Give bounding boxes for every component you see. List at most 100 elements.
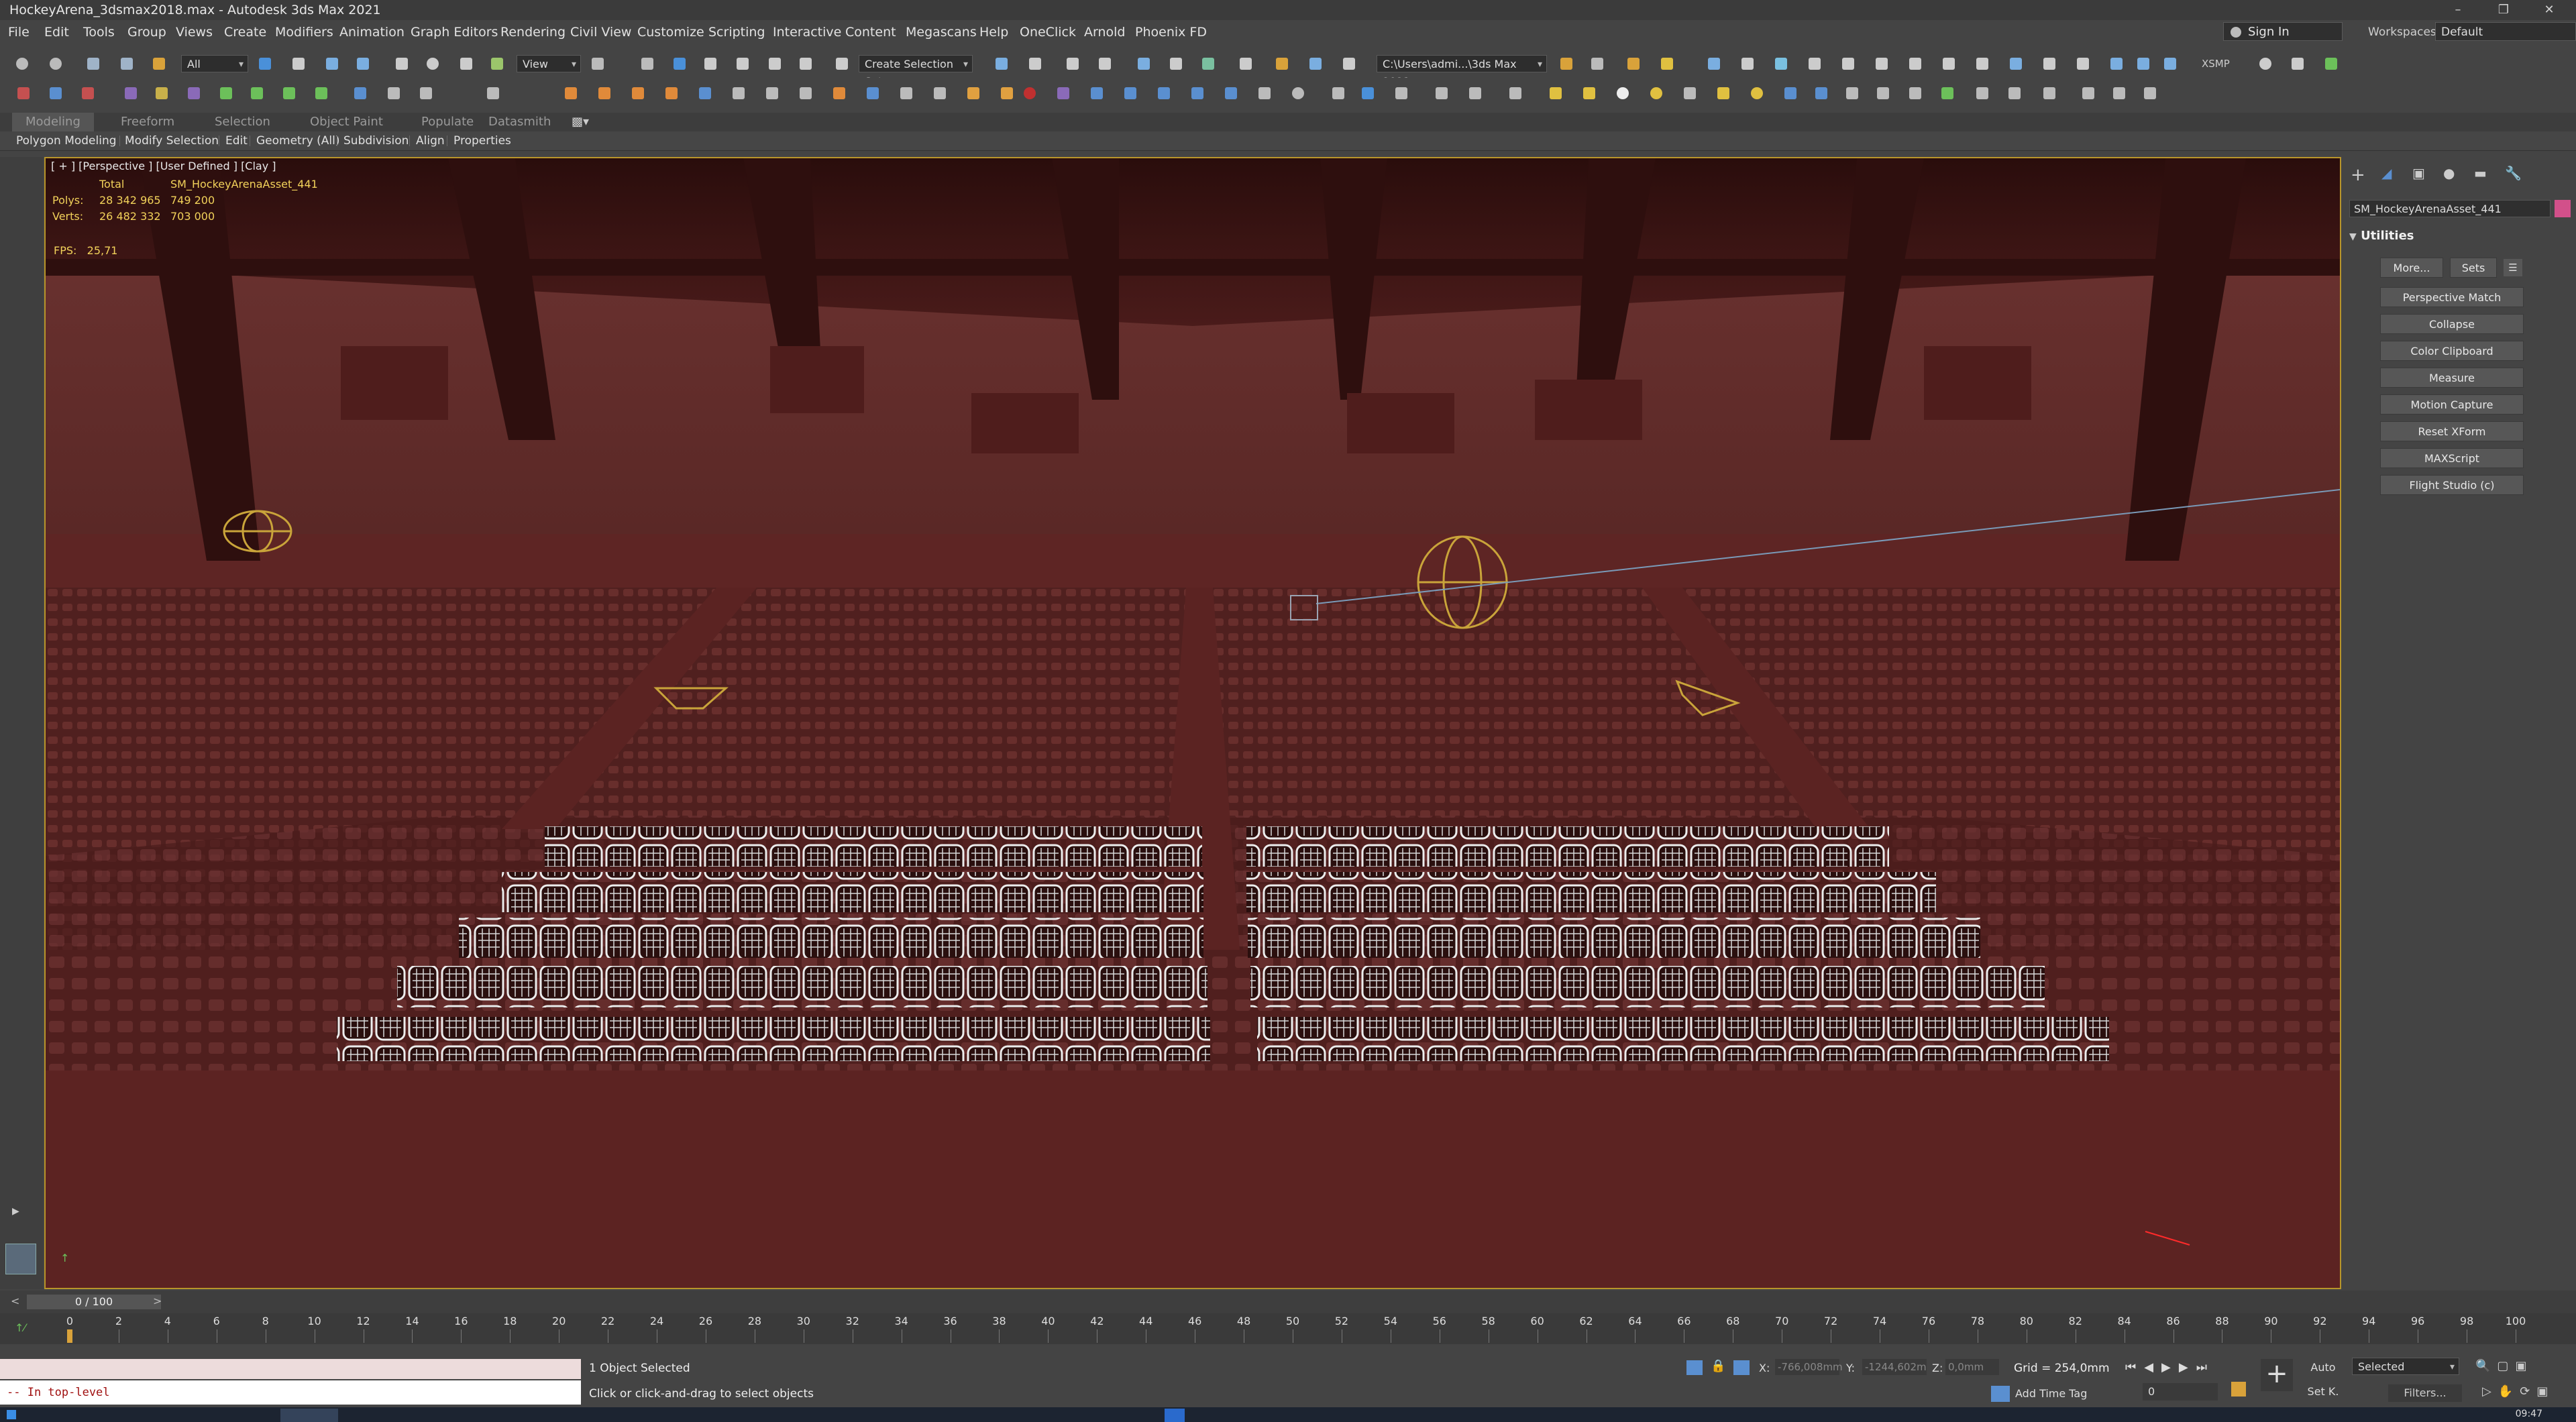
curve-editor-icon[interactable] (1166, 54, 1186, 74)
ribbon-options-icon[interactable]: ▩▾ (572, 113, 589, 131)
render-setup-icon[interactable] (1272, 54, 1292, 74)
edit-named-selection-icon[interactable] (832, 54, 852, 74)
x-coordinate-field[interactable]: -766,008mm (1775, 1359, 1843, 1375)
menu-rendering[interactable]: Rendering (500, 20, 566, 44)
more-button[interactable]: More... (2380, 258, 2443, 278)
tool-icon-21[interactable] (1680, 83, 1700, 103)
tab-populate[interactable]: Populate (421, 113, 474, 131)
tool-icon-16[interactable] (1505, 83, 1525, 103)
tool-icon-17[interactable] (1546, 83, 1566, 103)
list-icon[interactable] (483, 83, 503, 103)
configure-sets-icon[interactable]: ☰ (2504, 259, 2522, 276)
track-bar[interactable]: ↑⁄ 0 2 4 6 8 10 12 14 16 18 20 22 24 26 28 30 32 34 36 38 40… (0, 1313, 2576, 1344)
populate-icon-9[interactable] (829, 83, 849, 103)
workspaces-dropdown[interactable]: Default (2435, 22, 2576, 41)
menu-oneclick[interactable]: OneClick (1020, 20, 1076, 44)
redo-icon[interactable] (46, 54, 66, 74)
time-configuration-icon[interactable] (2231, 1382, 2246, 1397)
measure-button[interactable]: Measure (2380, 368, 2524, 388)
pause-icon[interactable] (384, 83, 404, 103)
align-icon[interactable] (1025, 54, 1045, 74)
populate-icon-3[interactable] (628, 83, 648, 103)
viewport-layout-thumbnail[interactable] (5, 1244, 36, 1274)
key-filter-dropdown[interactable]: Selected (2352, 1358, 2459, 1376)
perspective-viewport[interactable]: [ + ] [Perspective ] [User Defined ] [Cl… (44, 157, 2341, 1289)
set-key-button[interactable]: Set K. (2300, 1383, 2347, 1401)
tool-icon-8[interactable] (247, 83, 267, 103)
populate-icon-14[interactable] (997, 83, 1017, 103)
close-button[interactable]: ✕ (2528, 0, 2571, 20)
populate-icon-13[interactable] (963, 83, 983, 103)
auto-key-button[interactable]: Auto (2300, 1359, 2347, 1376)
set-key-icon[interactable]: + (2261, 1359, 2293, 1391)
placement-icon[interactable] (487, 54, 507, 74)
toggle-scene-explorer-icon[interactable] (1063, 54, 1083, 74)
tool-icon-20[interactable] (1646, 83, 1666, 103)
snaps-toggle-icon[interactable] (700, 54, 720, 74)
populate-icon-18[interactable] (1120, 83, 1140, 103)
time-slider-right-arrow[interactable]: > (153, 1295, 162, 1307)
go-to-start-icon[interactable]: ⏮ (2125, 1360, 2144, 1374)
tool-icon-9[interactable] (279, 83, 299, 103)
vray-toolbar-icon-1[interactable] (1623, 54, 1644, 74)
render-production-icon[interactable] (1339, 54, 1359, 74)
tool-icon-23[interactable] (1747, 83, 1767, 103)
ribbon-edit[interactable]: Edit (225, 131, 248, 150)
tool-icon-12[interactable] (1358, 83, 1378, 103)
xsmp-icon-2[interactable] (2288, 54, 2308, 74)
rect-selection-icon[interactable] (322, 54, 342, 74)
tool-icon-27[interactable] (1873, 83, 1893, 103)
tool-icon-13[interactable] (1391, 83, 1411, 103)
populate-icon-7[interactable] (762, 83, 782, 103)
start-icon[interactable] (7, 1410, 16, 1419)
go-to-end-icon[interactable]: ⏭ (2196, 1360, 2215, 1374)
tool-icon-5[interactable] (152, 83, 172, 103)
taskbar-3dsmax-icon[interactable] (1165, 1409, 1185, 1422)
menu-tools[interactable]: Tools (83, 20, 115, 44)
menu-graph-editors[interactable]: Graph Editors (411, 20, 498, 44)
selection-filter-dropdown[interactable]: All (181, 55, 248, 73)
tab-datasmith[interactable]: Datasmith (488, 113, 551, 131)
tool-icon-18[interactable] (1579, 83, 1599, 103)
menu-file[interactable]: File (8, 20, 30, 44)
populate-icon-10[interactable] (863, 83, 883, 103)
menu-views[interactable]: Views (176, 20, 213, 44)
utilities-tab-icon[interactable]: 🔧 (2505, 165, 2525, 185)
current-frame-field[interactable]: 0 (2143, 1383, 2218, 1401)
tool-icon-7[interactable] (216, 83, 236, 103)
populate-icon-6[interactable] (729, 83, 749, 103)
maxscript-mini-listener[interactable]: -- In top-level (0, 1380, 581, 1405)
perspective-match-button[interactable]: Perspective Match (2380, 287, 2524, 307)
vray-toolbar-icon-5[interactable] (2106, 54, 2127, 74)
vray-toolbar-icon-3[interactable] (1704, 54, 1724, 74)
stop-icon[interactable] (416, 83, 436, 103)
menu-modifiers[interactable]: Modifiers (275, 20, 333, 44)
bind-spacewarp-icon[interactable] (149, 54, 169, 74)
isolate-selection-icon[interactable] (1686, 1360, 1703, 1375)
tab-object-paint[interactable]: Object Paint (310, 113, 383, 131)
material-editor-icon[interactable] (1236, 54, 1256, 74)
vray-dome-icon[interactable] (1838, 54, 1858, 74)
menu-animation[interactable]: Animation (339, 20, 405, 44)
maxscript-mini-listener-top[interactable] (0, 1359, 581, 1379)
populate-icon-12[interactable] (930, 83, 950, 103)
ribbon-polygon-modeling[interactable]: Polygon Modeling (16, 131, 117, 150)
reference-coordinate-dropdown[interactable]: View (517, 55, 581, 73)
pivot-center-icon[interactable] (588, 54, 608, 74)
tool-icon-35[interactable] (2140, 83, 2160, 103)
time-slider-thumb[interactable]: 0 / 100 (27, 1295, 161, 1309)
rotate-icon[interactable] (423, 54, 443, 74)
help-icon[interactable] (1288, 83, 1308, 103)
vray-toolbar-icon-6[interactable] (2133, 54, 2153, 74)
viewport-label[interactable]: [ + ] [Perspective ] [User Defined ] [Cl… (51, 160, 276, 172)
ribbon-geometry-all[interactable]: Geometry (All) (256, 131, 340, 150)
tool-icon-4[interactable] (121, 83, 141, 103)
vray-render-icon[interactable] (2006, 54, 2026, 74)
modify-tab-icon[interactable]: ◢ (2381, 165, 2402, 185)
populate-icon-22[interactable] (1254, 83, 1275, 103)
ribbon-subdivision[interactable]: Subdivision (343, 131, 409, 150)
tool-icon-34[interactable] (2109, 83, 2129, 103)
tool-icon-31[interactable] (2004, 83, 2025, 103)
populate-icon-16[interactable] (1053, 83, 1073, 103)
named-selection-set-dropdown[interactable]: Create Selection Set (859, 55, 973, 88)
